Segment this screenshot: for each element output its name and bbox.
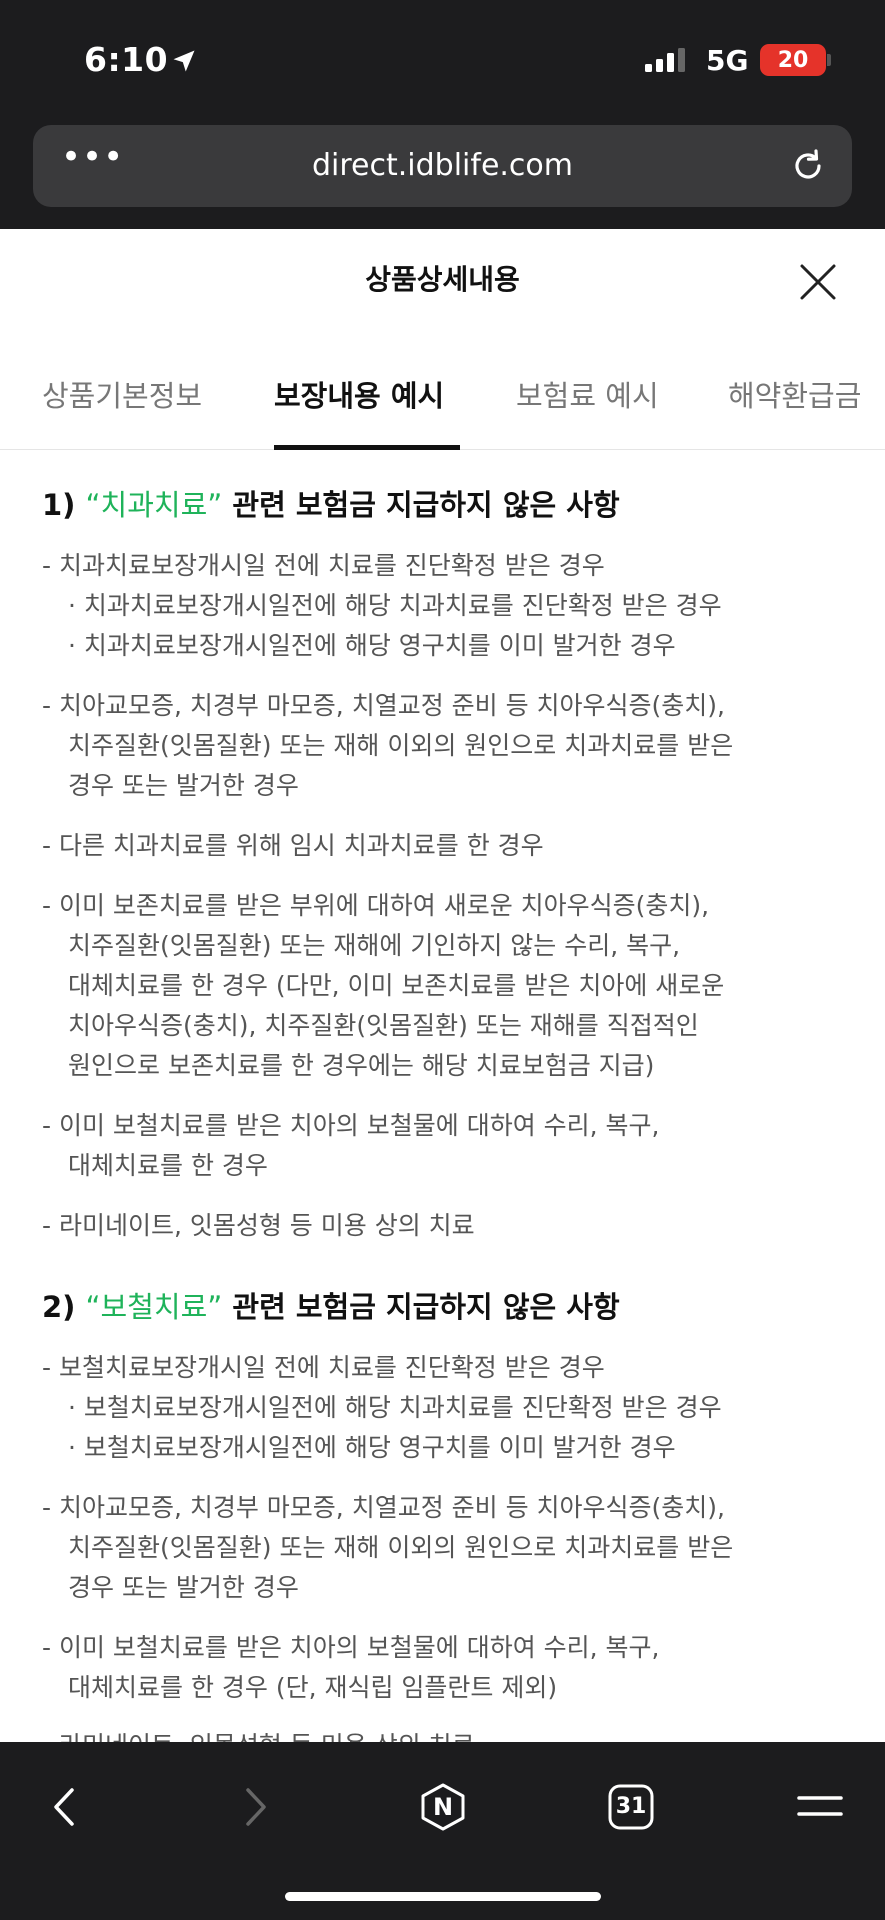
home-indicator: [285, 1892, 601, 1901]
list-item: 경우 또는 발거한 경우: [68, 771, 299, 800]
list-item: 경우 또는 발거한 경우: [68, 1573, 299, 1602]
product-detail-tabs: 상품기본정보 보장내용 예시 보험료 예시 해약환급금: [0, 365, 885, 450]
browser-top-chrome: 6:10 5G 20 ••• direct.idblife.com: [0, 0, 885, 229]
tab-surrender-value[interactable]: 해약환급금: [728, 373, 861, 415]
list-item: - 치아교모증, 치경부 마모증, 치열교정 준비 등 치아우식증(충치),: [42, 691, 725, 720]
list-item: · 치과치료보장개시일전에 해당 치과치료를 진단확정 받은 경우: [68, 591, 722, 620]
tab-coverage-example[interactable]: 보장내용 예시: [274, 373, 444, 415]
list-item: - 이미 보철치료를 받은 치아의 보철물에 대하여 수리, 복구,: [42, 1633, 660, 1662]
url-text[interactable]: direct.idblife.com: [33, 125, 852, 207]
active-tab-indicator: [274, 445, 460, 450]
cellular-signal-icon: [645, 48, 685, 72]
list-item: - 치과치료보장개시일 전에 치료를 진단확정 받은 경우: [42, 551, 605, 580]
tab-premium-example[interactable]: 보험료 예시: [516, 373, 659, 415]
tabs-button[interactable]: 31: [606, 1782, 656, 1832]
battery-tip: [827, 54, 831, 66]
list-item: - 라미네이트, 잇몸성형 등 미용 상의 치료: [42, 1726, 475, 1742]
list-item: - 보철치료보장개시일 전에 치료를 진단확정 받은 경우: [42, 1353, 605, 1382]
list-item: 대체치료를 한 경우 (단, 재식립 임플란트 제외): [68, 1673, 558, 1702]
location-arrow-icon: [173, 50, 195, 72]
close-icon[interactable]: [796, 260, 840, 304]
list-item: 치주질환(잇몸질환) 또는 재해에 기인하지 않는 수리, 복구,: [68, 931, 681, 960]
list-item: 치아우식증(충치), 치주질환(잇몸질환) 또는 재해를 직접적인: [68, 1011, 699, 1040]
reload-icon[interactable]: [789, 147, 827, 185]
list-item: 치주질환(잇몸질환) 또는 재해 이외의 원인으로 치과치료를 받은: [68, 1533, 734, 1562]
tab-basic-info[interactable]: 상품기본정보: [42, 373, 202, 415]
section-title: 1) “치과치료” 관련 보험금 지급하지 않은 사항: [42, 488, 620, 522]
list-item: - 다른 치과치료를 위해 임시 치과치료를 한 경우: [42, 831, 544, 860]
naver-home-button[interactable]: N: [418, 1782, 468, 1832]
list-item: 대체치료를 한 경우: [68, 1151, 268, 1180]
list-item: 원인으로 보존치료를 한 경우에는 해당 치료보험금 지급): [68, 1051, 655, 1080]
list-item: 대체치료를 한 경우 (다만, 이미 보존치료를 받은 치아에 새로운: [68, 971, 725, 1000]
list-item: · 보철치료보장개시일전에 해당 치과치료를 진단확정 받은 경우: [68, 1393, 722, 1422]
menu-icon[interactable]: [795, 1782, 845, 1832]
battery-indicator: 20: [760, 44, 826, 76]
network-type: 5G: [706, 44, 749, 77]
coverage-content: 1) “치과치료” 관련 보험금 지급하지 않은 사항 - 치과치료보장개시일 …: [0, 452, 885, 1742]
naver-letter: N: [432, 1793, 454, 1821]
list-item: - 이미 보존치료를 받은 부위에 대하여 새로운 치아우식증(충치),: [42, 891, 710, 920]
address-bar[interactable]: ••• direct.idblife.com: [33, 125, 852, 207]
tabs-count: 31: [615, 1794, 647, 1819]
list-item: 치주질환(잇몸질환) 또는 재해 이외의 원인으로 치과치료를 받은: [68, 731, 734, 760]
list-item: · 치과치료보장개시일전에 해당 영구치를 이미 발거한 경우: [68, 631, 676, 660]
modal-title: 상품상세내용: [365, 263, 520, 296]
list-item: - 이미 보철치료를 받은 치아의 보철물에 대하여 수리, 복구,: [42, 1111, 660, 1140]
status-time: 6:10: [84, 40, 169, 79]
forward-icon[interactable]: [230, 1782, 280, 1832]
list-item: - 치아교모증, 치경부 마모증, 치열교정 준비 등 치아우식증(충치),: [42, 1493, 725, 1522]
section-title: 2) “보철치료” 관련 보험금 지급하지 않은 사항: [42, 1290, 620, 1324]
list-item: · 보철치료보장개시일전에 해당 영구치를 이미 발거한 경우: [68, 1433, 676, 1462]
list-item: - 라미네이트, 잇몸성형 등 미용 상의 치료: [42, 1211, 475, 1240]
back-icon[interactable]: [40, 1782, 90, 1832]
